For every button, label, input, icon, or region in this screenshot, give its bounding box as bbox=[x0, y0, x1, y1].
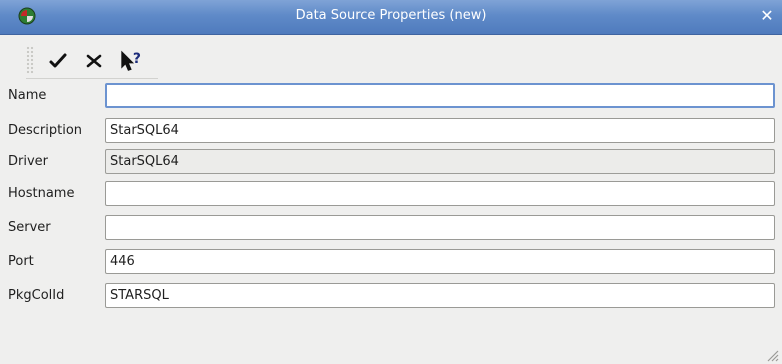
toolbar-separator bbox=[26, 78, 158, 79]
driver-row: Driver bbox=[0, 146, 782, 178]
title-bar[interactable]: Data Source Properties (new) ✕ bbox=[0, 0, 782, 35]
driver-field bbox=[105, 149, 775, 174]
name-label: Name bbox=[8, 88, 47, 103]
resize-grip[interactable] bbox=[765, 347, 779, 362]
description-field[interactable] bbox=[105, 118, 775, 143]
port-field[interactable] bbox=[105, 249, 775, 274]
close-button[interactable]: ✕ bbox=[758, 7, 776, 25]
description-label: Description bbox=[8, 123, 83, 138]
check-icon bbox=[49, 53, 67, 68]
pkgcollid-label: PkgColId bbox=[8, 288, 65, 303]
svg-text:?: ? bbox=[133, 51, 141, 67]
server-field[interactable] bbox=[105, 215, 775, 240]
description-row: Description bbox=[0, 115, 782, 147]
toolbar: ? bbox=[0, 42, 782, 79]
port-label: Port bbox=[8, 254, 34, 269]
name-row: Name bbox=[0, 80, 782, 112]
dialog-window: Data Source Properties (new) ✕ ? Name De… bbox=[0, 0, 782, 364]
name-field[interactable] bbox=[105, 83, 775, 108]
port-row: Port bbox=[0, 246, 782, 278]
server-row: Server bbox=[0, 212, 782, 244]
pkgcollid-row: PkgColId bbox=[0, 280, 782, 312]
pkgcollid-field[interactable] bbox=[105, 283, 775, 308]
hostname-label: Hostname bbox=[8, 186, 75, 201]
hostname-row: Hostname bbox=[0, 178, 782, 210]
ok-button[interactable] bbox=[45, 48, 71, 74]
x-icon bbox=[86, 54, 102, 68]
hostname-field[interactable] bbox=[105, 181, 775, 206]
server-label: Server bbox=[8, 220, 51, 235]
toolbar-grip[interactable] bbox=[26, 46, 34, 74]
whats-this-help-icon: ? bbox=[121, 50, 141, 71]
window-title: Data Source Properties (new) bbox=[295, 8, 487, 23]
driver-label: Driver bbox=[8, 154, 49, 169]
cancel-button[interactable] bbox=[81, 48, 107, 74]
whats-this-button[interactable]: ? bbox=[119, 48, 145, 74]
